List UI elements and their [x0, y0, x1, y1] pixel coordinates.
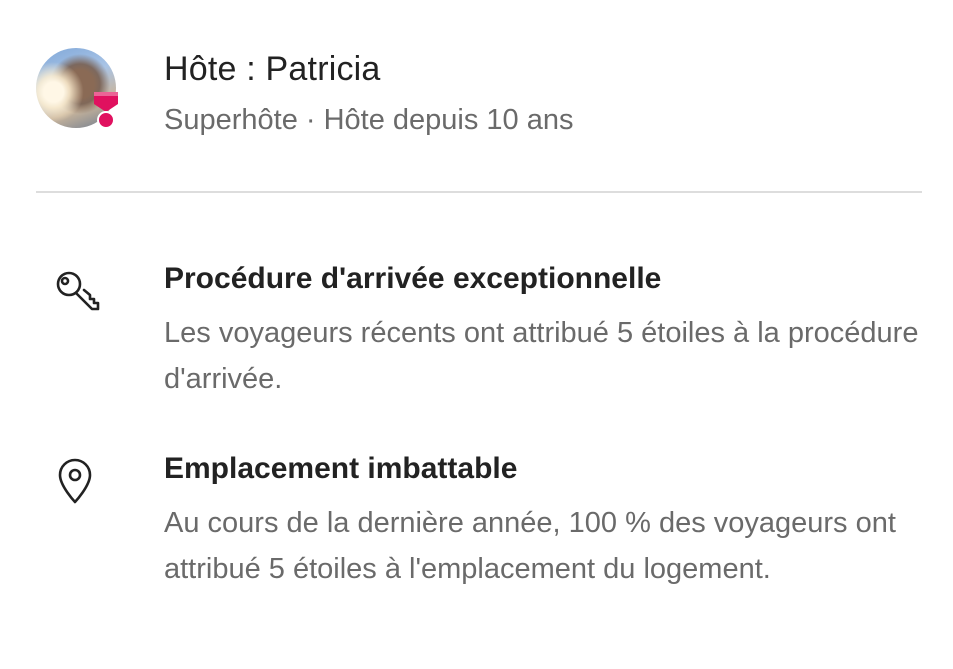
- highlight-title: Emplacement imbattable: [164, 452, 518, 485]
- highlight-description: Les voyageurs récents ont attribué 5 éto…: [164, 317, 919, 395]
- host-subtitle: Superhôte · Hôte depuis 10 ans: [164, 104, 574, 136]
- highlight-description: Au cours de la dernière année, 100 % des…: [164, 507, 896, 585]
- host-header[interactable]: Hôte : Patricia Superhôte · Hôte depuis …: [36, 46, 916, 146]
- highlight-title: Procédure d'arrivée exceptionnelle: [164, 262, 662, 295]
- highlight-checkin: Procédure d'arrivée exceptionnelle Les v…: [36, 262, 918, 402]
- location-pin-icon: [58, 458, 92, 504]
- highlight-location: Emplacement imbattable Au cours de la de…: [36, 452, 916, 632]
- key-icon: [56, 271, 100, 311]
- section-divider: [36, 191, 922, 193]
- host-name: Hôte : Patricia: [164, 50, 381, 88]
- listing-host-section: Hôte : Patricia Superhôte · Hôte depuis …: [0, 0, 953, 669]
- superhost-badge-icon: [94, 92, 118, 129]
